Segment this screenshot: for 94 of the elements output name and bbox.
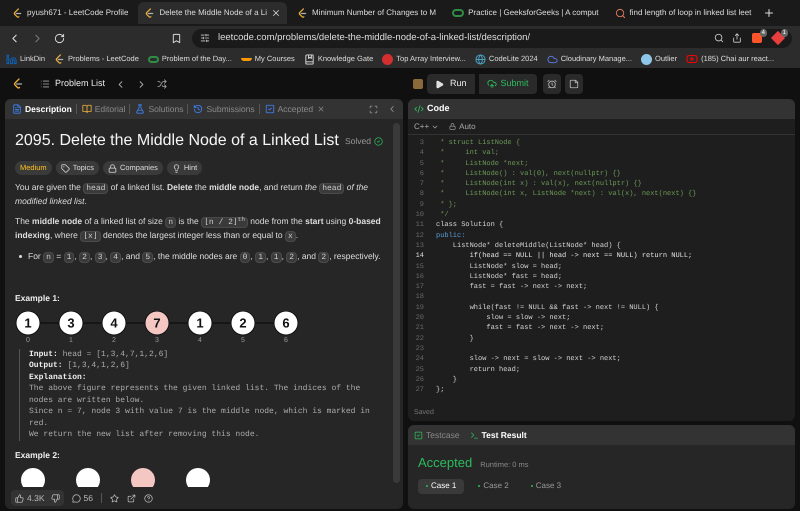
thumbs-up-icon: [15, 494, 24, 502]
solved-status: Solved: [345, 134, 383, 148]
comment-icon: [72, 494, 80, 502]
panel-tab[interactable]: Solutions: [134, 102, 184, 116]
tag-icon: [60, 164, 70, 172]
site-settings-icon[interactable]: [200, 33, 210, 43]
panel-tab[interactable]: Testcase: [414, 428, 460, 442]
search-icon[interactable]: [714, 33, 724, 43]
list-icon: [40, 79, 50, 89]
cloud-icon: [546, 54, 558, 64]
logo-icon: [12, 78, 24, 90]
description-paragraph: You are given the head of a linked list. Delete the middle node, and return the head of the modified linked list.: [15, 181, 370, 208]
note-icon: [568, 79, 579, 89]
flask-icon: [135, 104, 146, 114]
example-line: Input: head = [1,3,4,7,1,2,6]: [29, 348, 170, 360]
new-tab-icon[interactable]: [763, 7, 776, 19]
mode-label: Auto: [449, 120, 476, 132]
logo-icon: [12, 8, 23, 18]
maximize-icon[interactable]: [369, 104, 378, 114]
cloud-upload-icon: [486, 79, 497, 89]
lock-icon: [449, 123, 456, 130]
check-square-icon: [264, 104, 275, 114]
close-icon[interactable]: [271, 8, 282, 18]
book-icon: [82, 104, 92, 114]
language-dropdown[interactable]: C++: [414, 120, 440, 132]
help-icon[interactable]: [144, 494, 153, 502]
url-text: leetcode.com/problems/delete-the-middle-node-of-a-linked-list/description/: [218, 30, 532, 45]
example-heading: Example 1:: [15, 292, 61, 305]
logo-icon: [144, 8, 156, 18]
case-tab[interactable]: Case 1: [418, 478, 464, 494]
panel-tab[interactable]: Accepted: [264, 102, 314, 116]
search-icon: [614, 8, 626, 18]
example-line: Output: [1,3,4,1,2,6]: [29, 360, 131, 372]
thumbs-down-icon[interactable]: [50, 494, 60, 502]
circle-logo-icon: [641, 54, 652, 64]
browser-tab[interactable]: Practice | GeeksforGeeks | A comput: [446, 2, 605, 24]
case-tab[interactable]: Case 3: [522, 478, 570, 494]
description-bullet: For n = 1 , 2 , 3 , 4 , and 5 , the middle nodes are 0 , 1 , 1 , 2 , and 2 , respectively.: [28, 250, 381, 264]
globe-icon: [474, 54, 486, 64]
play-icon: [435, 80, 444, 88]
panel-tab[interactable]: Submissions: [192, 102, 256, 116]
problem-title: 2095. Delete the Middle Node of a Linked List: [15, 131, 339, 151]
extension-icon[interactable]: [752, 33, 762, 43]
lightbulb-icon: [172, 164, 181, 172]
gfg-logo-icon: [452, 9, 464, 17]
browser-tab[interactable]: find length of loop in linked list leet: [608, 2, 758, 24]
example-explanation: The above figure represents the given linked list. The indices of the nodes are written below. Since n = 7, node 3 with value 7 is the middle node, which is marked in red. We return the new list after removing this node.: [29, 383, 371, 441]
share-icon[interactable]: [126, 494, 136, 502]
check-square-icon: [414, 430, 423, 440]
comments-button[interactable]: 56: [72, 492, 93, 504]
logo-icon: [54, 54, 66, 64]
history-icon: [193, 104, 204, 114]
lock-icon: [108, 164, 117, 172]
check-icon: [374, 136, 383, 146]
case-tab[interactable]: Case 2: [470, 478, 517, 494]
panel-tab[interactable]: Editorial: [80, 102, 126, 116]
tab-title: Delete the Middle Node of a Li: [159, 7, 268, 19]
panel-tab[interactable]: Description: [11, 102, 73, 116]
extension-icon[interactable]: [770, 30, 785, 46]
panel-tab[interactable]: Test Result: [470, 428, 527, 442]
tab-title: pyush671 - LeetCode Profile: [27, 7, 128, 19]
submit-button[interactable]: Submit: [478, 74, 537, 94]
timer-button[interactable]: [542, 74, 561, 94]
example-line: Explanation:: [29, 372, 88, 384]
bullet-icon: [19, 255, 22, 258]
example-heading: Example 2:: [15, 448, 61, 462]
verdict-text: Accepted: [418, 454, 472, 472]
gfg-logo-icon: [148, 56, 159, 62]
code-icon: [414, 104, 424, 114]
notes-button[interactable]: [564, 74, 583, 94]
browser-tab[interactable]: Delete the Middle Node of a Li: [138, 2, 288, 24]
browser-tab[interactable]: Minimum Number of Changes to M: [291, 2, 442, 24]
run-button[interactable]: Run: [427, 74, 475, 94]
star-icon[interactable]: [110, 494, 119, 502]
browser-tab[interactable]: pyush671 - LeetCode Profile: [6, 2, 134, 24]
share-icon[interactable]: [732, 33, 742, 43]
linkedin-icon: [6, 54, 17, 64]
shuffle-icon[interactable]: [157, 79, 168, 89]
circle-logo-icon: [382, 54, 394, 64]
logo-icon: [297, 8, 308, 18]
tab-title: find length of loop in linked list leet: [630, 7, 752, 19]
description-paragraph: The middle node of a linked list of size n is the ⌊n / 2⌋$^{th}$ node from the start using 0-based indexing, where ⌊x⌋ denotes the largest integer less than or equal to x .: [15, 215, 382, 243]
like-button[interactable]: 4.3K: [15, 492, 44, 504]
tab-title: Minimum Number of Changes to M: [312, 7, 436, 19]
document-icon: [12, 104, 22, 114]
bookmark-icon[interactable]: [171, 32, 182, 44]
tab-title: Practice | GeeksforGeeks | A comput: [468, 7, 599, 19]
book-icon: [304, 54, 315, 64]
reload-icon[interactable]: [54, 32, 65, 44]
problem-list-link[interactable]: Problem List: [40, 77, 106, 91]
terminal-icon: [470, 430, 479, 440]
youtube-icon: [686, 53, 698, 65]
alarm-clock-icon: [546, 79, 557, 89]
panel-title: Code: [427, 102, 450, 116]
